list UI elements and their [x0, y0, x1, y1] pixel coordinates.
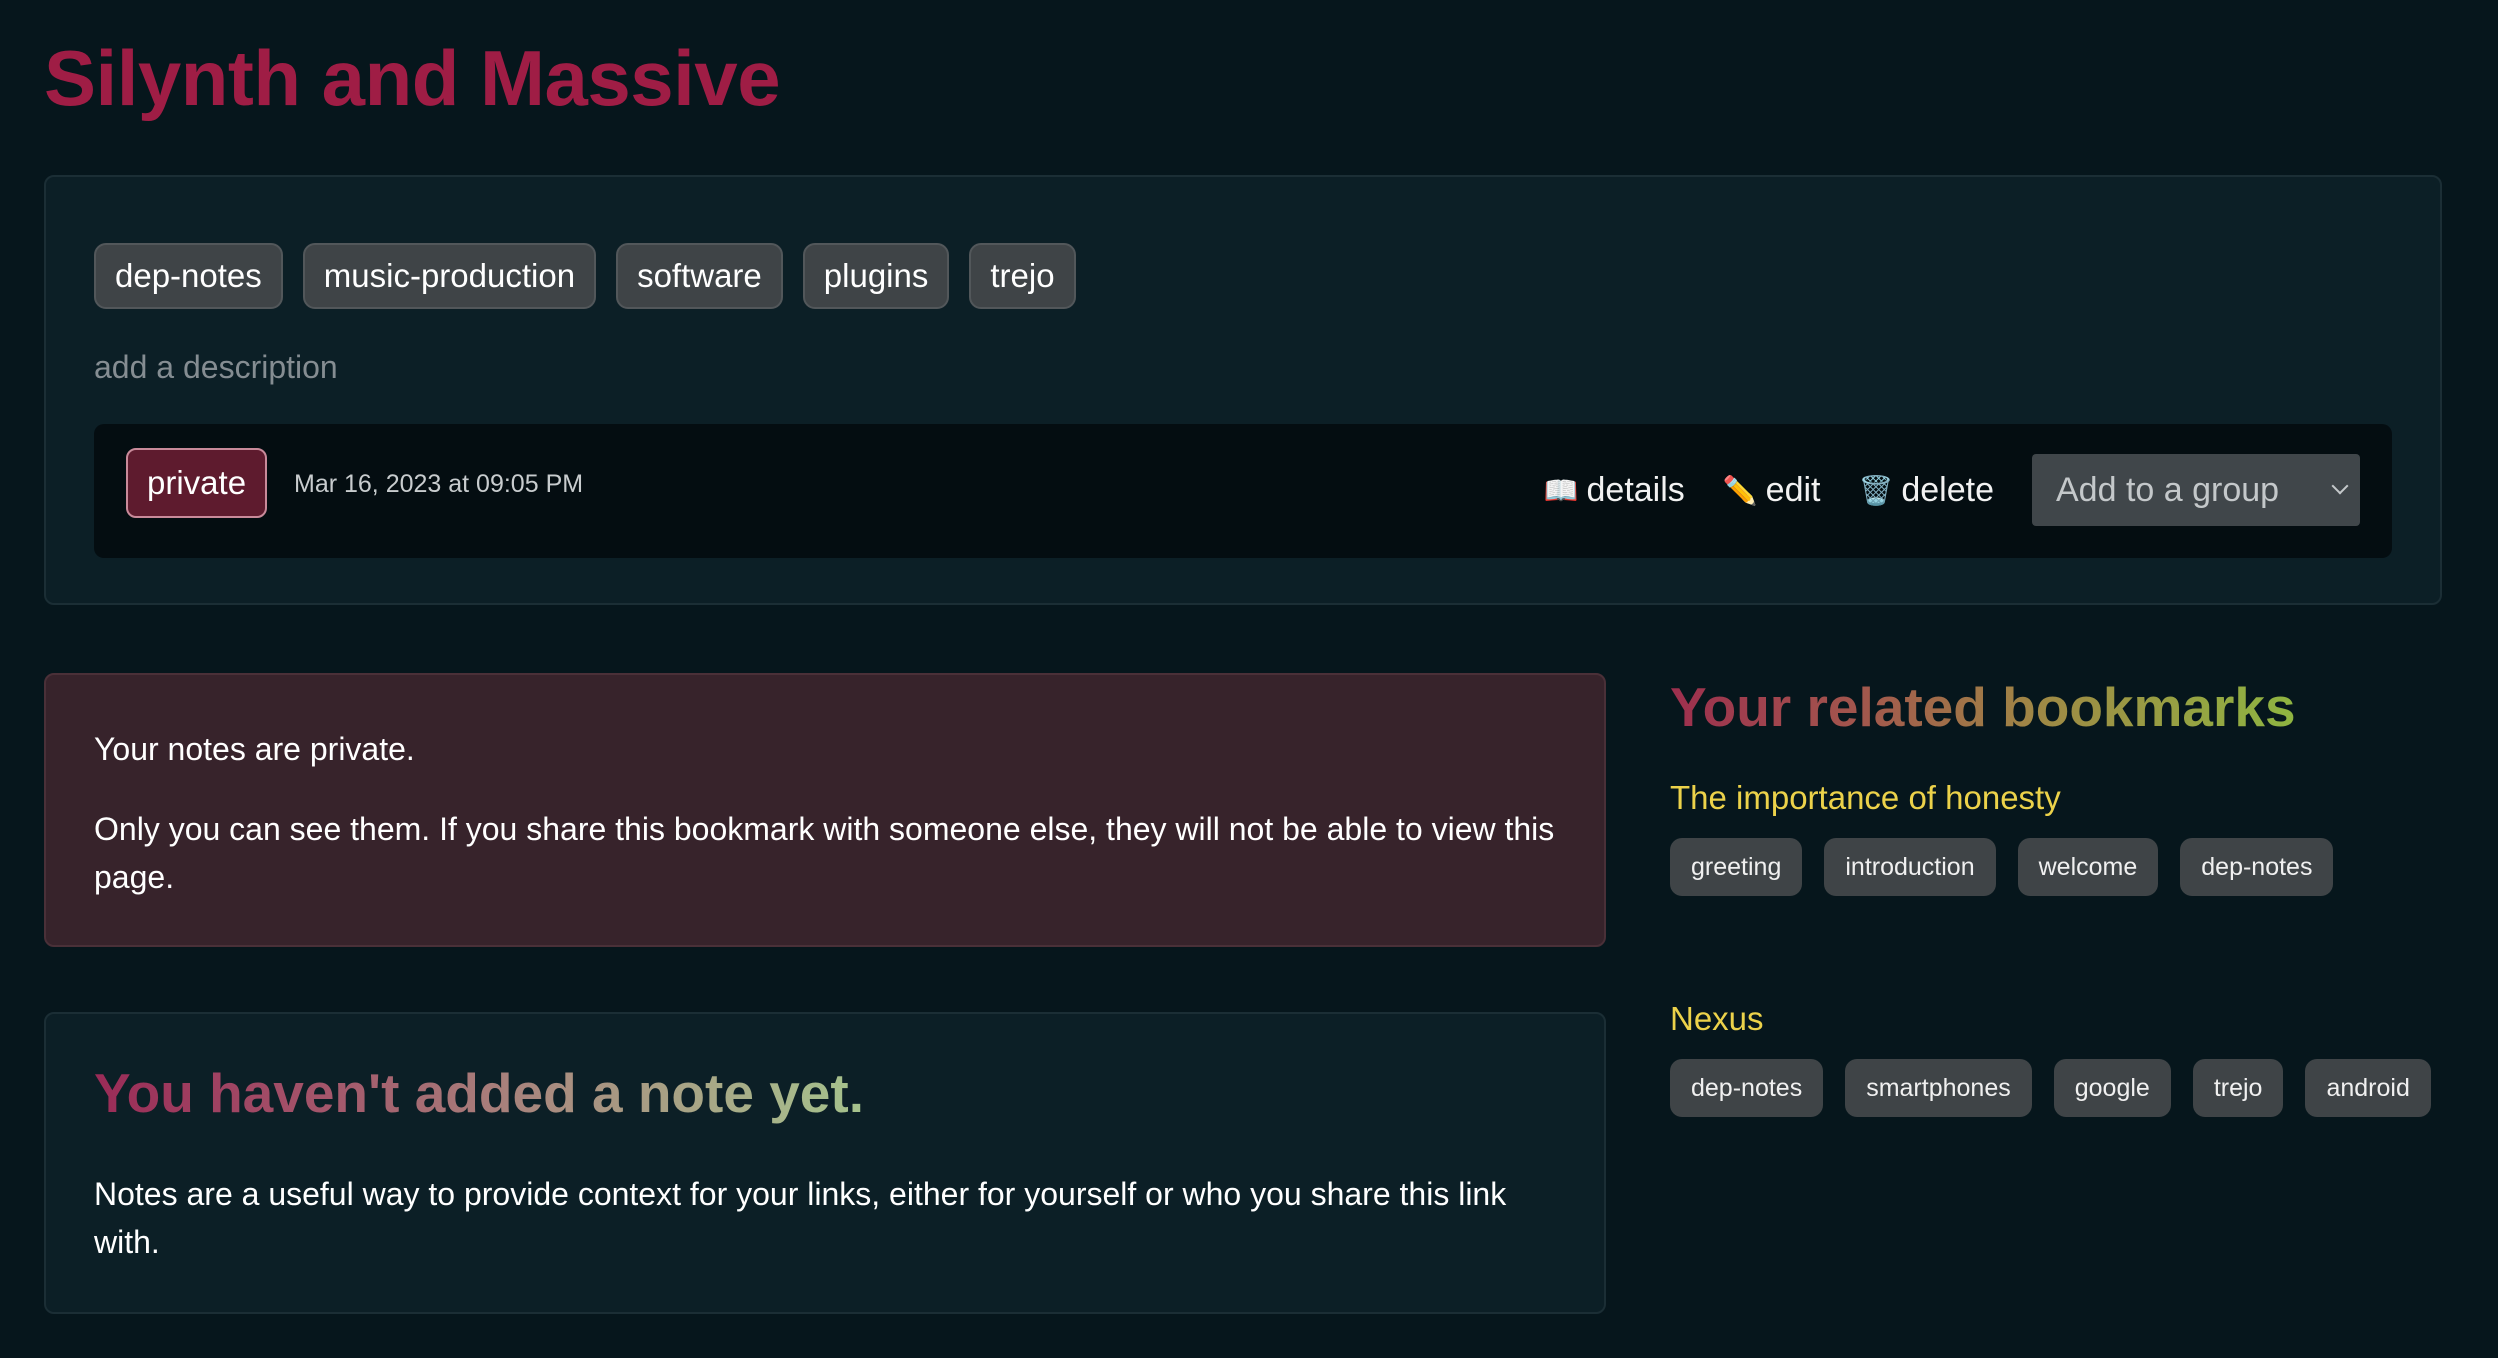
- bookmark-meta-bar: private Mar 16, 2023 at 09:05 PM 📖 detai…: [94, 424, 2392, 558]
- visibility-badge[interactable]: private: [126, 448, 268, 518]
- details-label: details: [1586, 470, 1685, 509]
- book-icon: 📖: [1543, 474, 1579, 506]
- empty-note-body: Notes are a useful way to provide contex…: [94, 1176, 1507, 1260]
- related-tag[interactable]: welcome: [2017, 838, 2159, 896]
- related-tag[interactable]: smartphones: [1845, 1059, 2032, 1117]
- delete-label: delete: [1901, 470, 1994, 509]
- related-tag[interactable]: dep-notes: [1670, 1059, 1824, 1117]
- related-bookmark-tags: dep-notes smartphones google trejo andro…: [1670, 1059, 2450, 1117]
- page-title: Silynth and Massive: [44, 34, 781, 122]
- add-to-group-label: Add to a group: [2056, 471, 2280, 509]
- related-bookmark-title[interactable]: Nexus: [1670, 997, 2450, 1041]
- chevron-down-icon: [2331, 477, 2349, 495]
- related-bookmark-item: Nexus dep-notes smartphones google trejo…: [1670, 997, 2450, 1117]
- bookmark-actions: 📖 details ✏️ edit 🗑️ delete Add to a gro…: [1544, 454, 2360, 526]
- tag-trejo[interactable]: trejo: [969, 243, 1076, 309]
- edit-link[interactable]: ✏️ edit: [1723, 471, 1821, 510]
- related-tag[interactable]: greeting: [1670, 838, 1803, 896]
- tag-music-production[interactable]: music-production: [302, 243, 597, 309]
- tag-plugins[interactable]: plugins: [802, 243, 950, 309]
- related-bookmark-tags: greeting introduction welcome dep-notes: [1670, 838, 2450, 896]
- edit-label: edit: [1765, 470, 1821, 509]
- related-bookmark-title[interactable]: The importance of honesty: [1670, 776, 2450, 820]
- related-tag[interactable]: introduction: [1824, 838, 1996, 896]
- related-heading: Your related bookmarks: [1670, 670, 2296, 744]
- empty-note-card: You haven't added a note yet. Notes are …: [44, 1012, 1606, 1314]
- related-bookmark-item: The importance of honesty greeting intro…: [1670, 776, 2450, 896]
- tag-dep-notes[interactable]: dep-notes: [94, 243, 283, 309]
- notice-line-1: Your notes are private.: [94, 731, 415, 767]
- related-tag[interactable]: trejo: [2192, 1059, 2284, 1117]
- trash-icon: 🗑️: [1858, 474, 1894, 506]
- tag-software[interactable]: software: [616, 243, 783, 309]
- bookmark-tags: dep-notes music-production software plug…: [94, 243, 1076, 309]
- details-link[interactable]: 📖 details: [1544, 471, 1685, 510]
- bookmark-card: dep-notes music-production software plug…: [44, 175, 2442, 605]
- related-tag[interactable]: google: [2053, 1059, 2171, 1117]
- description-field[interactable]: add a description: [94, 347, 338, 387]
- related-tag[interactable]: android: [2305, 1059, 2431, 1117]
- related-tag[interactable]: dep-notes: [2180, 838, 2334, 896]
- notice-line-2: Only you can see them. If you share this…: [94, 811, 1555, 895]
- private-notes-notice: Your notes are private. Only you can see…: [44, 673, 1606, 947]
- created-timestamp: Mar 16, 2023 at 09:05 PM: [294, 470, 584, 498]
- empty-note-heading: You haven't added a note yet.: [94, 1058, 864, 1128]
- add-to-group-select[interactable]: Add to a group: [2032, 454, 2360, 526]
- delete-link[interactable]: 🗑️ delete: [1858, 471, 1994, 510]
- pencil-icon: ✏️: [1722, 474, 1758, 506]
